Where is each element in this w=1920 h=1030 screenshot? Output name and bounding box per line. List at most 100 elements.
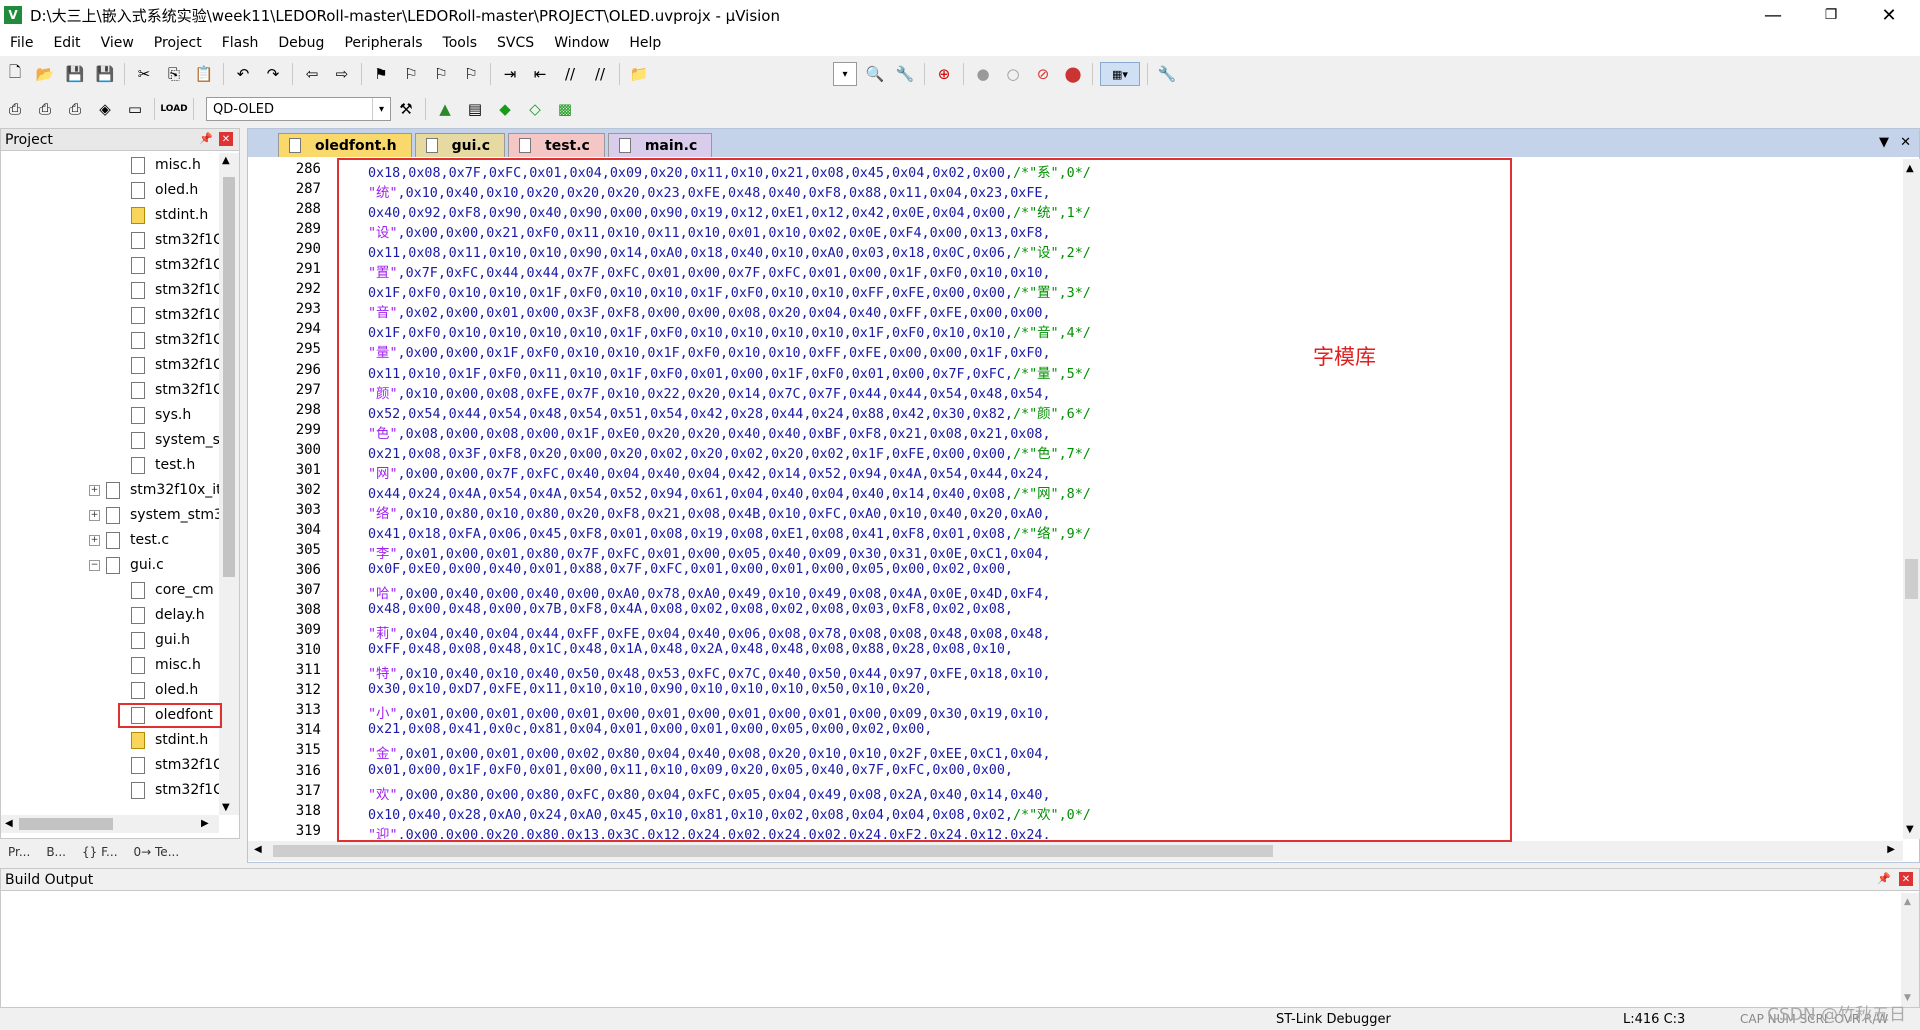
code-line[interactable]: 0x01,0x00,0x1F,0xF0,0x01,0x00,0x11,0x10,… <box>368 763 1013 778</box>
component-viewer-icon[interactable]: ▩ <box>553 97 577 121</box>
breakpoint-kill-all-icon[interactable]: ⬤ <box>1061 62 1085 86</box>
tree-item[interactable]: + test.c <box>89 528 169 552</box>
find-icon[interactable]: 🔍 <box>863 62 887 86</box>
code-line[interactable]: 0x10,0x40,0x28,0xA0,0x24,0xA0,0x45,0x10,… <box>368 803 1091 823</box>
close-icon[interactable]: ✕ <box>1899 872 1913 886</box>
project-bottom-tab[interactable]: {} F... <box>82 845 118 859</box>
tree-item[interactable]: stm32f1C <box>131 353 219 377</box>
menu-svcs[interactable]: SVCS <box>487 35 544 51</box>
tree-item[interactable]: oled.h <box>131 678 198 702</box>
window-layout-icon[interactable]: ▦▾ <box>1100 62 1140 86</box>
redo-icon[interactable]: ↷ <box>261 62 285 86</box>
menu-peripherals[interactable]: Peripherals <box>334 35 432 51</box>
bookmark-clear-icon[interactable]: ⚐ <box>459 62 483 86</box>
indent-icon[interactable]: ⇥ <box>498 62 522 86</box>
nav-back-icon[interactable]: ⇦ <box>300 62 324 86</box>
code-line[interactable]: "统",0x10,0x40,0x10,0x20,0x20,0x20,0x23,0… <box>368 181 1051 201</box>
tree-item[interactable]: sys.h <box>131 403 191 427</box>
find-in-files-icon[interactable]: 📁 <box>627 62 651 86</box>
menu-help[interactable]: Help <box>619 35 671 51</box>
scroll-down-icon[interactable]: ▼ <box>1906 824 1914 835</box>
download-icon[interactable]: LOAD <box>160 97 187 121</box>
tree-item[interactable]: gui.h <box>131 628 190 652</box>
find-combo-dropdown[interactable]: ▾ <box>833 62 857 86</box>
manage-project-items-icon[interactable]: ▲ <box>433 97 457 121</box>
code-area[interactable]: 286 287 288 289 290 291 292 293 294 295 296 297 298 2… <box>248 159 1903 839</box>
code-line[interactable]: 0x21,0x08,0x41,0x0c,0x81,0x04,0x01,0x00,… <box>368 722 932 737</box>
tab-test-c[interactable]: test.c <box>508 133 605 157</box>
code-line[interactable]: 0xFF,0x48,0x08,0x48,0x1C,0x48,0x1A,0x48,… <box>368 642 1013 657</box>
tree-item[interactable]: core_cm <box>131 578 214 602</box>
tree-item[interactable]: delay.h <box>131 603 205 627</box>
tree-item[interactable]: stm32f1C <box>131 253 219 277</box>
code-line[interactable]: "小",0x01,0x00,0x01,0x00,0x01,0x00,0x01,0… <box>368 702 1051 722</box>
menu-file[interactable]: File <box>0 35 43 51</box>
menu-edit[interactable]: Edit <box>43 35 90 51</box>
code-line[interactable]: "特",0x10,0x40,0x10,0x40,0x50,0x48,0x53,0… <box>368 662 1051 682</box>
tree-item[interactable]: oled.h <box>131 178 198 202</box>
tree-expander-icon[interactable]: + <box>89 509 100 521</box>
code-line[interactable]: "金",0x01,0x00,0x01,0x00,0x02,0x80,0x04,0… <box>368 742 1051 762</box>
tree-item[interactable]: system_s <box>131 428 219 452</box>
new-file-icon[interactable]: 🗋 <box>3 62 27 86</box>
code-line[interactable]: "色",0x08,0x00,0x08,0x00,0x1F,0xE0,0x20,0… <box>368 422 1051 442</box>
tree-expander-icon[interactable]: + <box>89 534 100 546</box>
tree-item[interactable]: − gui.c <box>89 553 164 577</box>
code-line[interactable]: 0x11,0x08,0x11,0x10,0x10,0x90,0x14,0xA0,… <box>368 241 1091 261</box>
code-line[interactable]: 0x0F,0xE0,0x00,0x40,0x01,0x88,0x7F,0xFC,… <box>368 562 1013 577</box>
breakpoint-icon[interactable]: ● <box>971 62 995 86</box>
bookmark-icon[interactable]: ⚑ <box>369 62 393 86</box>
code-line[interactable]: "哈",0x00,0x40,0x00,0x40,0x00,0xA0,0x78,0… <box>368 582 1051 602</box>
code-line[interactable]: 0x30,0x10,0xD7,0xFE,0x11,0x10,0x10,0x90,… <box>368 682 932 697</box>
maximize-button[interactable]: ❐ <box>1802 0 1860 30</box>
code-line[interactable]: 0x11,0x10,0x1F,0xF0,0x11,0x10,0x1F,0xF0,… <box>368 362 1091 382</box>
pin-icon[interactable]: 📌 <box>1877 872 1891 885</box>
save-icon[interactable]: 💾 <box>63 62 87 86</box>
editor-hscrollbar[interactable]: ◀ ▶ <box>248 841 1903 861</box>
tree-item[interactable]: stm32f1C <box>131 778 219 802</box>
tree-item[interactable]: misc.h <box>131 153 201 177</box>
tree-item[interactable]: stm32f1C <box>131 278 219 302</box>
tree-expander-icon[interactable]: − <box>89 559 100 571</box>
code-line[interactable]: "李",0x01,0x00,0x01,0x80,0x7F,0xFC,0x01,0… <box>368 542 1051 562</box>
scroll-up-icon[interactable]: ▲ <box>1906 163 1914 174</box>
breakpoint-disable-all-icon[interactable]: ⊘ <box>1031 62 1055 86</box>
tab-list-dropdown-icon[interactable]: ▼ <box>1879 135 1889 150</box>
menu-debug[interactable]: Debug <box>268 35 334 51</box>
tree-expander-icon[interactable]: + <box>89 484 100 496</box>
build-output-scrollbar[interactable]: ▲ ▼ <box>1901 893 1919 1007</box>
code-line[interactable]: "量",0x00,0x00,0x1F,0xF0,0x10,0x10,0x1F,0… <box>368 341 1051 361</box>
project-bottom-tab[interactable]: 0→ Te... <box>134 845 180 859</box>
tree-item[interactable]: stm32f1C <box>131 378 219 402</box>
menu-project[interactable]: Project <box>144 35 212 51</box>
code-line[interactable]: 0x21,0x08,0x3F,0xF8,0x20,0x00,0x20,0x02,… <box>368 442 1091 462</box>
open-file-icon[interactable]: 📂 <box>33 62 57 86</box>
menu-tools[interactable]: Tools <box>433 35 488 51</box>
target-options-icon[interactable]: ⚒ <box>394 97 418 121</box>
code-line[interactable]: "网",0x00,0x00,0x7F,0xFC,0x40,0x04,0x40,0… <box>368 462 1051 482</box>
undo-icon[interactable]: ↶ <box>231 62 255 86</box>
bookmark-prev-icon[interactable]: ⚐ <box>399 62 423 86</box>
close-icon[interactable]: ✕ <box>219 132 233 146</box>
code-line[interactable]: "莉",0x04,0x40,0x04,0x44,0xFF,0xFE,0x04,0… <box>368 622 1051 642</box>
stop-build-icon[interactable]: ▭ <box>123 97 147 121</box>
nav-forward-icon[interactable]: ⇨ <box>330 62 354 86</box>
close-tab-icon[interactable]: ✕ <box>1900 135 1911 150</box>
project-tree-scrollbar[interactable]: ▲ ▼ <box>219 153 239 815</box>
tab-oledfont-h[interactable]: oledfont.h <box>278 133 412 157</box>
code-line[interactable]: 0x41,0x18,0xFA,0x06,0x45,0xF8,0x01,0x08,… <box>368 522 1091 542</box>
build-icon[interactable]: ⎙ <box>33 97 57 121</box>
tree-item[interactable]: + system_stm3 <box>89 503 219 527</box>
tree-item[interactable]: test.h <box>131 453 195 477</box>
comment-icon[interactable]: // <box>558 62 582 86</box>
scroll-left-icon[interactable]: ◀ <box>254 844 262 855</box>
tree-item[interactable]: stdint.h <box>131 728 208 752</box>
code-line[interactable]: "迎",0x00,0x00,0x20,0x80,0x13,0x3C,0x12,0… <box>368 823 1051 839</box>
target-select[interactable]: QD-OLED ▾ <box>206 97 391 121</box>
project-bottom-tab[interactable]: B... <box>46 845 66 859</box>
tab-main-c[interactable]: main.c <box>607 133 713 157</box>
tree-item[interactable]: stdint.h <box>131 203 208 227</box>
translate-icon[interactable]: ⎙ <box>3 97 27 121</box>
tree-item[interactable]: stm32f1C <box>131 228 219 252</box>
code-line[interactable]: 0x18,0x08,0x7F,0xFC,0x01,0x04,0x09,0x20,… <box>368 161 1091 181</box>
